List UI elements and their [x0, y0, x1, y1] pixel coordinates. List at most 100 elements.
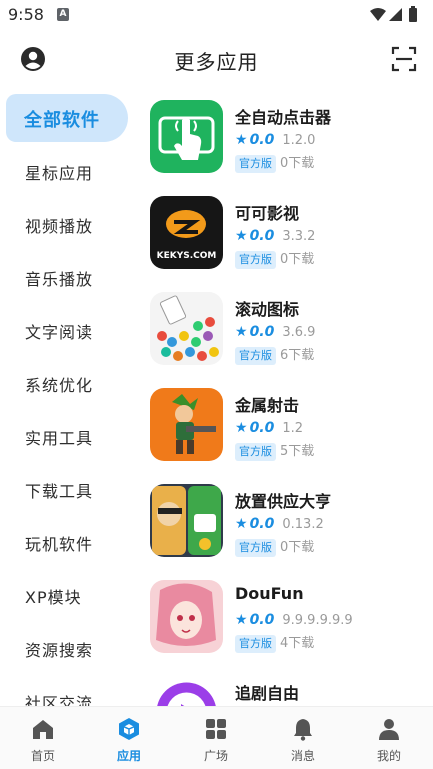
app-tags: 官方版 0下载	[235, 152, 315, 173]
app-version: 3.3.2	[282, 229, 316, 244]
nav-label: 广场	[203, 749, 228, 763]
app-name: 可可影视	[235, 204, 300, 223]
app-rating: 0.0	[249, 132, 275, 148]
sidebar-item-reading[interactable]: 文字阅读	[0, 306, 135, 354]
official-badge: 官方版	[235, 251, 276, 269]
notification-a-icon: A	[57, 8, 69, 21]
star-icon: ★	[235, 516, 248, 532]
app-list: 全自动点击器 ★ 0.0 1.2.0 官方版 0下载 KEKYS.COM 可可影视 ★…	[135, 88, 433, 706]
official-badge: 官方版	[235, 347, 276, 365]
app-meta: ★ 0.0 3.6.9	[235, 321, 316, 340]
sidebar-item-label: 资源搜索	[25, 641, 94, 660]
sidebar-item-label: 玩机软件	[25, 535, 94, 554]
sidebar-item-music[interactable]: 音乐播放	[0, 253, 135, 301]
sidebar-item-video[interactable]: 视频播放	[0, 200, 135, 248]
app-tags: 官方版 6下载	[235, 344, 314, 365]
download-count: 5下载	[280, 444, 315, 459]
sidebar-item-search[interactable]: 资源搜索	[0, 624, 135, 672]
official-badge: 官方版	[235, 635, 276, 653]
app-rating: 0.0	[249, 420, 275, 436]
download-count: 0下载	[280, 156, 315, 171]
star-icon: ★	[235, 132, 248, 148]
app-row[interactable]: 金属射击 ★ 0.0 1.2 官方版 5下载	[135, 376, 433, 472]
app-rating: 0.0	[249, 228, 275, 244]
sidebar-item-system[interactable]: 系统优化	[0, 359, 135, 407]
status-time: 9:58	[8, 5, 44, 24]
app-name: 全自动点击器	[235, 108, 332, 127]
app-name: DouFun	[235, 584, 304, 603]
sidebar-item-label: 视频播放	[25, 217, 94, 236]
app-row[interactable]: 滚动图标 ★ 0.0 3.6.9 官方版 6下载	[135, 280, 433, 376]
app-meta: ★ 0.0 1.2	[235, 417, 303, 436]
nav-home[interactable]: 首页	[0, 707, 86, 769]
nav-me[interactable]: 我的	[346, 707, 432, 769]
app-meta: ★ 0.0 1.2.0	[235, 129, 316, 148]
sidebar-item-tools[interactable]: 实用工具	[0, 412, 135, 460]
sidebar-item-device[interactable]: 玩机软件	[0, 518, 135, 566]
metal-shooter-icon	[150, 388, 223, 461]
bottom-nav: 首页 应用 广场 消息 我的	[0, 706, 433, 769]
nav-messages[interactable]: 消息	[260, 707, 346, 769]
kekys-label: KEKYS.COM	[157, 251, 217, 261]
scan-icon[interactable]	[391, 46, 417, 72]
nav-label: 消息	[290, 749, 315, 763]
app-meta: ★ 0.0 9.9.9.9.9.9	[235, 609, 353, 628]
sidebar-item-xp-module[interactable]: XP模块	[0, 571, 135, 619]
app-tags: 官方版 4下载	[235, 632, 315, 653]
sidebar-item-label: 系统优化	[25, 376, 94, 395]
apps-cube-icon	[119, 718, 139, 740]
bell-icon	[294, 719, 312, 741]
app-version: 1.2.0	[282, 133, 316, 148]
app-rating: 0.0	[249, 516, 275, 532]
app-name: 滚动图标	[235, 300, 300, 319]
sidebar-item-label: 星标应用	[25, 164, 94, 183]
app-meta: ★ 0.0 0.13.2	[235, 513, 324, 532]
download-count: 0下载	[280, 252, 315, 267]
sidebar-item-all-software[interactable]: 全部软件	[6, 94, 128, 142]
app-name: 放置供应大亨	[235, 492, 332, 511]
supply-tycoon-icon	[150, 484, 223, 557]
auto-clicker-icon	[150, 100, 223, 173]
star-icon: ★	[235, 324, 248, 340]
app-row[interactable]: DouFun ★ 0.0 9.9.9.9.9.9 官方版 4下载	[135, 568, 433, 664]
nav-apps[interactable]: 应用	[86, 707, 172, 769]
sidebar-item-label: 音乐播放	[25, 270, 94, 289]
star-icon: ★	[235, 612, 248, 628]
sidebar-item-label: 实用工具	[25, 429, 94, 448]
header: 更多应用	[0, 30, 433, 88]
star-icon: ★	[235, 228, 248, 244]
home-icon	[33, 720, 53, 739]
wifi-signal-battery-icon	[370, 6, 417, 22]
app-meta: ★ 0.0 3.3.2	[235, 225, 316, 244]
person-icon	[379, 719, 399, 740]
sidebar-item-starred[interactable]: 星标应用	[0, 147, 135, 195]
app-name: 金属射击	[235, 396, 300, 415]
app-name: 追剧自由	[235, 684, 300, 703]
sidebar-item-label: 全部软件	[24, 110, 100, 131]
app-version: 9.9.9.9.9.9	[282, 613, 353, 628]
app-version: 0.13.2	[282, 517, 324, 532]
app-tags: 官方版 5下载	[235, 440, 315, 461]
app-version: 3.6.9	[282, 325, 316, 340]
sidebar-item-label: 社区交流	[25, 694, 94, 706]
official-badge: 官方版	[235, 539, 276, 557]
status-bar: 9:58 A	[0, 0, 433, 30]
page-title: 更多应用	[174, 50, 259, 74]
app-row[interactable]: 放置供应大亨 ★ 0.0 0.13.2 官方版 0下载	[135, 472, 433, 568]
download-count: 4下载	[280, 636, 315, 651]
doufun-icon	[150, 580, 223, 653]
app-rating: 0.0	[249, 612, 275, 628]
nav-label: 首页	[30, 749, 55, 763]
sidebar-item-download[interactable]: 下载工具	[0, 465, 135, 513]
app-row[interactable]: 全自动点击器 ★ 0.0 1.2.0 官方版 0下载	[135, 88, 433, 184]
app-row[interactable]: 追剧自由	[135, 664, 433, 706]
nav-label: 我的	[376, 749, 401, 763]
sidebar-item-label: 下载工具	[25, 482, 94, 501]
nav-square[interactable]: 广场	[173, 707, 259, 769]
sidebar-item-community[interactable]: 社区交流	[0, 677, 135, 706]
sidebar-item-label: XP模块	[25, 588, 82, 607]
app-row[interactable]: KEKYS.COM 可可影视 ★ 0.0 3.3.2 官方版 0下载	[135, 184, 433, 280]
category-sidebar: 全部软件 星标应用 视频播放 音乐播放 文字阅读 系统优化 实用工具 下载工具 …	[0, 88, 135, 706]
download-count: 0下载	[280, 540, 315, 555]
grid-icon	[206, 719, 226, 739]
